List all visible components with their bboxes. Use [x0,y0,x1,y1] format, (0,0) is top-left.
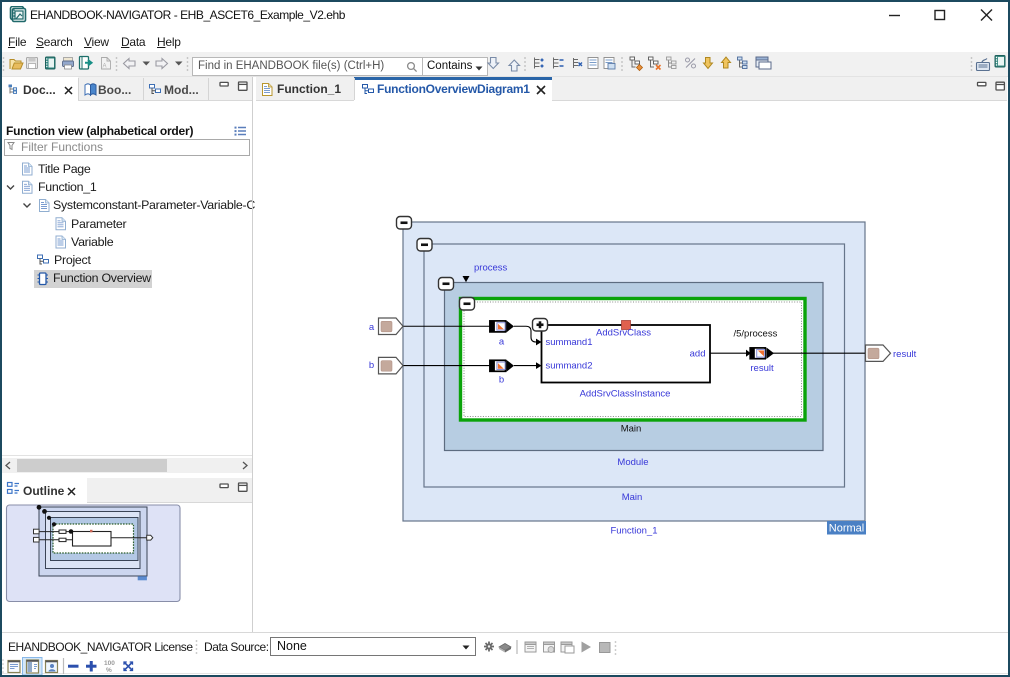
svg-text:100: 100 [104,660,115,667]
svg-text:summand2: summand2 [546,361,593,372]
svg-text:AddSrvClassInstance: AddSrvClassInstance [580,389,671,400]
svg-text:Main: Main [622,492,643,503]
svg-text:Function_1: Function_1 [610,526,657,537]
svg-text:result: result [750,363,774,374]
svg-text:result: result [893,349,917,360]
svg-text:/5/process: /5/process [734,329,778,340]
svg-text:AddSrvClass: AddSrvClass [596,328,651,339]
svg-text:Module: Module [617,457,648,468]
svg-text:summand1: summand1 [546,337,593,348]
svg-text:Normal: Normal [829,523,864,535]
svg-text:b: b [499,375,504,386]
svg-text:a: a [499,337,505,348]
svg-text:process: process [474,263,508,274]
svg-text:a: a [369,322,375,333]
svg-text:add: add [690,349,706,360]
svg-text:%: % [106,667,112,674]
svg-text:b: b [369,360,374,371]
svg-text:A: A [103,64,107,70]
svg-text:Main: Main [621,424,642,435]
